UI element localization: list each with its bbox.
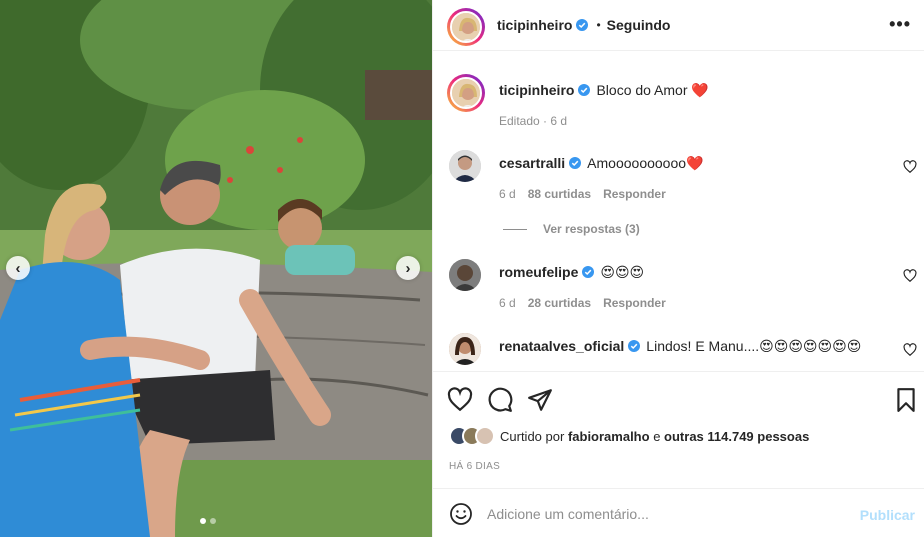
comment-text: Lindos! E Manu.... xyxy=(646,338,760,354)
carousel-dot-active xyxy=(200,518,206,524)
comment-text-row: romeufelipe 😍😍😍 xyxy=(499,263,644,281)
verified-badge-icon xyxy=(569,157,582,169)
comment-text-row: renataalves_oficial Lindos! E Manu....😍😍😍… xyxy=(499,337,861,355)
comment-text-row: cesartralli Amoooooooooo❤️ xyxy=(499,154,703,172)
caption-text: Bloco do Amor xyxy=(596,82,688,98)
comment-username[interactable]: renataalves_oficial xyxy=(499,338,624,354)
comment-meta: 6 d 88 curtidas Responder xyxy=(499,187,666,201)
post-photo[interactable]: ‹ › xyxy=(0,0,432,537)
comment-item: cesartralli Amoooooooooo❤️ 6 d 88 curtida… xyxy=(433,150,924,210)
comment-avatar-image xyxy=(449,150,481,182)
comment-text: Amoooooooooo xyxy=(587,155,687,171)
caption-username[interactable]: ticipinheiro xyxy=(499,82,574,98)
comment-emoji: ❤️ xyxy=(686,155,704,171)
comment-avatar[interactable] xyxy=(449,333,481,365)
likes-text: Curtido por fabioramalho e outras 114.74… xyxy=(500,429,809,444)
comment-item: romeufelipe 😍😍😍 6 d 28 curtidas Responder xyxy=(433,259,924,319)
like-heart-icon[interactable] xyxy=(447,387,473,413)
carousel-dot xyxy=(210,518,216,524)
verified-badge-icon xyxy=(576,19,589,31)
verified-badge-icon xyxy=(582,266,595,278)
follow-state-button[interactable]: Seguindo xyxy=(607,17,671,33)
carousel-prev-button[interactable]: ‹ xyxy=(6,256,30,280)
comment-composer: Publicar xyxy=(433,488,924,537)
comment-reply-button[interactable]: Responder xyxy=(603,187,666,201)
photo-illustration xyxy=(0,0,432,537)
caption-meta: Editado · 6 d xyxy=(499,114,567,128)
caption-avatar[interactable] xyxy=(450,77,482,109)
separator-dot: • xyxy=(596,18,601,32)
comment-item: renataalves_oficial Lindos! E Manu....😍😍😍… xyxy=(433,333,924,371)
carousel-next-button[interactable]: › xyxy=(396,256,420,280)
carousel-indicator xyxy=(200,518,216,524)
comment-likes-count[interactable]: 28 curtidas xyxy=(528,296,591,310)
replies-line xyxy=(503,228,527,230)
post-date: HÁ 6 DIAS xyxy=(449,461,501,472)
liker-avatar[interactable] xyxy=(475,426,495,446)
emoji-picker-icon[interactable] xyxy=(449,502,473,526)
likes-first-user[interactable]: fabioramalho xyxy=(568,429,650,444)
comment-avatar[interactable] xyxy=(449,259,481,291)
view-replies-button[interactable]: Ver respostas (3) xyxy=(503,222,640,236)
save-bookmark-icon[interactable] xyxy=(893,387,919,413)
caption-heart-emoji: ❤️ xyxy=(691,82,709,98)
share-paper-plane-icon[interactable] xyxy=(527,387,553,413)
likes-prefix: Curtido por xyxy=(500,428,565,444)
comment-time: 6 d xyxy=(499,296,516,310)
comments-list[interactable]: ticipinheiro Bloco do Amor ❤️ Editado · 6… xyxy=(433,52,924,372)
caption-edited-time: Editado · 6 d xyxy=(499,114,568,128)
like-comment-heart-icon[interactable] xyxy=(903,343,917,357)
like-comment-heart-icon[interactable] xyxy=(903,160,917,174)
caption: ticipinheiro Bloco do Amor ❤️ Editado · 6… xyxy=(433,52,924,142)
author-row: ticipinheiro • Seguindo xyxy=(497,17,670,33)
more-options-icon[interactable]: ••• xyxy=(889,14,911,35)
post-action-bar xyxy=(433,373,924,423)
comment-emoji: 😍😍😍😍😍😍😍 xyxy=(759,338,862,354)
comment-username[interactable]: romeufelipe xyxy=(499,264,578,280)
verified-badge-icon xyxy=(628,340,641,352)
comment-meta: 6 d 28 curtidas Responder xyxy=(499,296,666,310)
author-username[interactable]: ticipinheiro xyxy=(497,17,572,33)
author-avatar[interactable] xyxy=(450,11,482,43)
comment-username[interactable]: cesartralli xyxy=(499,155,565,171)
comment-likes-count[interactable]: 88 curtidas xyxy=(528,187,591,201)
comment-reply-button[interactable]: Responder xyxy=(603,296,666,310)
comment-avatar[interactable] xyxy=(449,150,481,182)
caption-text-row: ticipinheiro Bloco do Amor ❤️ xyxy=(499,81,709,99)
likes-others-count[interactable]: outras 114.749 pessoas xyxy=(664,429,809,444)
verified-badge-icon xyxy=(578,84,591,96)
likes-connector: e xyxy=(653,428,661,444)
comment-emoji: 😍😍😍 xyxy=(600,264,645,280)
comment-time: 6 d xyxy=(499,187,516,201)
post-header: ticipinheiro • Seguindo ••• xyxy=(433,0,924,51)
comment-input[interactable] xyxy=(487,502,847,526)
post-details-panel: ticipinheiro • Seguindo ••• ticipinheiro… xyxy=(432,0,924,537)
like-comment-heart-icon[interactable] xyxy=(903,269,917,283)
publish-button[interactable]: Publicar xyxy=(860,507,915,523)
comment-bubble-icon[interactable] xyxy=(487,387,513,413)
view-replies-label: Ver respostas (3) xyxy=(543,222,640,236)
comment-avatar-image xyxy=(449,259,481,291)
comment-avatar-image xyxy=(449,333,481,365)
likes-summary: Curtido por fabioramalho e outras 114.74… xyxy=(449,426,809,446)
